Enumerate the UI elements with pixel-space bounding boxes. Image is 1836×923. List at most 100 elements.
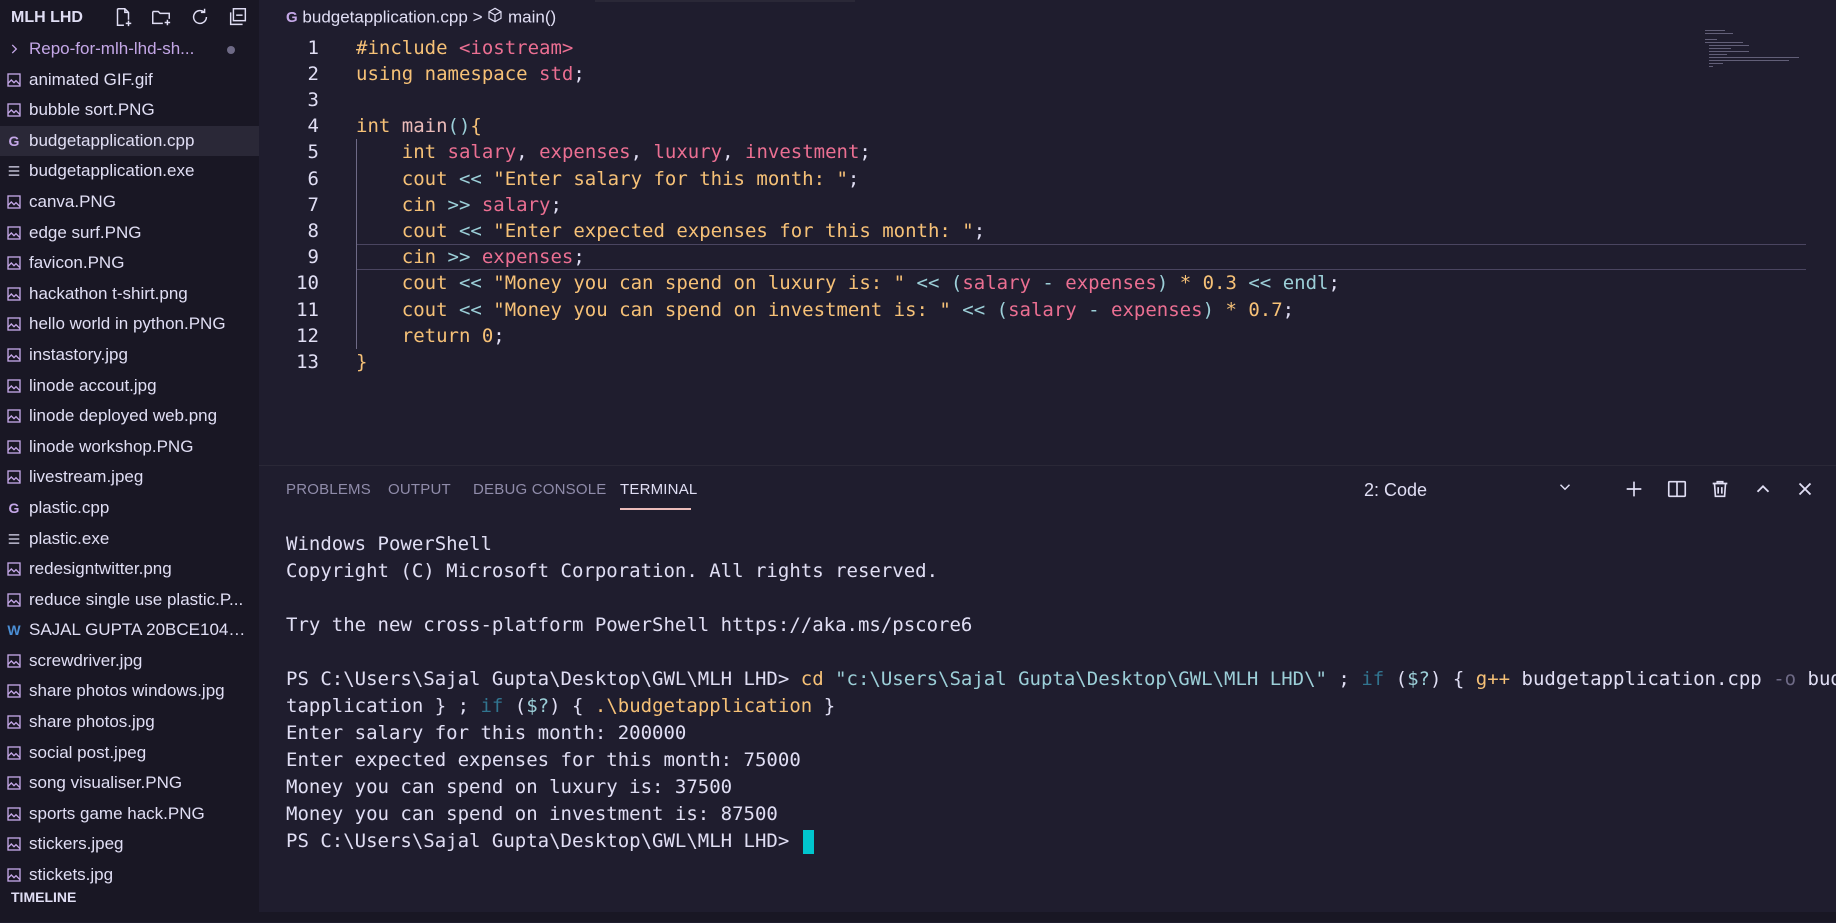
code-text: cin >> salary; [356,192,562,218]
terminal-token: tapplication } ; [286,695,481,717]
chevron-right-icon [5,34,23,65]
image-icon [5,309,23,340]
close-icon[interactable] [1794,478,1820,504]
chevron-up-icon[interactable] [1752,478,1778,504]
file-tree-item[interactable]: reduce single use plastic.P... [0,585,259,616]
file-tree-item[interactable]: animated GIF.gif [0,65,259,96]
plus-icon[interactable] [1623,478,1649,504]
new-file-icon[interactable] [112,6,136,30]
line-number: 1 [307,36,319,59]
minimap-line [1709,57,1799,58]
tab-problems[interactable]: PROBLEMS [286,481,371,498]
word-doc-icon: W [7,622,21,639]
file-tree-item[interactable]: linode deployed web.png [0,401,259,432]
file-tree-item[interactable]: plastic.exe [0,524,259,555]
terminal-line: Money you can spend on investment is: 87… [286,801,1816,828]
terminal-token: ) { [549,695,595,717]
file-tree-item-label: budgetapplication.exe [29,161,195,181]
file-tree-item[interactable]: hello world in python.PNG [0,309,259,340]
code-token: , [722,141,745,164]
terminal-select[interactable]: 2: Code [1364,480,1594,504]
cpp-icon: G [286,9,298,27]
terminal-token: .\budgetapplication [594,695,813,717]
file-tree-item[interactable]: share photos windows.jpg [0,676,259,707]
line-number: 3 [307,88,319,111]
file-tree-item[interactable]: bubble sort.PNG [0,95,259,126]
code-text: cout << "Enter expected expenses for thi… [356,218,985,244]
breadcrumb-symbol[interactable]: main() [508,8,556,27]
trash-icon[interactable] [1709,478,1735,504]
minimap-line [1709,66,1713,67]
file-tree-item-label: linode workshop.PNG [29,436,194,456]
code-token: ( [996,298,1009,321]
code-token: salary [481,193,551,216]
split-icon[interactable] [1666,478,1692,504]
code-token: int [356,115,402,138]
image-icon [5,646,23,677]
code-text: using namespace std; [356,61,585,87]
code-token: 0.3 [1202,272,1249,295]
code-token: } [356,350,368,373]
file-tree-item[interactable]: screwdriver.jpg [0,646,259,677]
tab-output[interactable]: OUTPUT [388,481,451,498]
file-lines-icon [5,524,23,555]
tab-terminal[interactable]: TERMINAL [620,481,697,498]
code-token: salary [447,141,517,164]
collapse-all-icon[interactable] [227,6,251,30]
explorer-title: MLH LHD [11,9,83,26]
file-tree-item[interactable]: linode workshop.PNG [0,432,259,463]
breadcrumb-file[interactable]: budgetapplication.cpp [302,8,467,27]
minimap-line [1709,45,1749,46]
chevron-down-icon[interactable] [1556,478,1574,501]
code-token: << [916,272,951,295]
refresh-icon[interactable] [189,6,213,30]
minimap-line [1709,51,1749,52]
file-tree-item[interactable]: budgetapplication.exe [0,156,259,187]
file-tree-item[interactable]: favicon.PNG [0,248,259,279]
image-icon [5,65,23,96]
file-tree-item[interactable]: Repo-for-mlh-lhd-sh... [0,34,259,65]
file-tree-item-label: SAJAL GUPTA 20BCE10403.... [29,620,253,640]
new-folder-icon[interactable] [150,6,174,30]
file-tree-item[interactable]: linode accout.jpg [0,371,259,402]
minimap-line [1709,54,1727,55]
code-token: namespace [424,62,540,85]
line-number: 10 [296,272,319,295]
image-icon [5,248,23,279]
tab-debug-console[interactable]: DEBUG CONSOLE [473,481,606,498]
file-tree-item[interactable]: share photos.jpg [0,707,259,738]
file-tree-item[interactable]: livestream.jpeg [0,462,259,493]
terminal-token: PS C:\Users\Sajal Gupta\Desktop\GWL\MLH … [286,830,801,852]
file-tree-item[interactable]: social post.jpeg [0,738,259,769]
terminal-line: Enter expected expenses for this month: … [286,747,1816,774]
file-tree-item[interactable]: stickets.jpg [0,860,259,891]
file-tree-item[interactable]: Gbudgetapplication.cpp [0,125,259,157]
terminal-token: ( [514,695,527,717]
code-text: int main(){ [356,113,482,139]
code-text: return 0; [356,323,505,349]
terminal-line: Enter salary for this month: 200000 [286,720,1816,747]
terminal-output[interactable]: Windows PowerShell Copyright (C) Microsof… [286,531,1836,855]
file-tree-item[interactable]: Gplastic.cpp [0,493,259,524]
code-token: ; [847,167,860,190]
file-tree-item[interactable]: sports game hack.PNG [0,799,259,830]
minimap[interactable] [1705,30,1815,70]
code-token: cout [401,272,459,295]
file-tree-item[interactable]: edge surf.PNG [0,218,259,249]
file-tree-item[interactable]: W SAJAL GUPTA 20BCE10403.... [0,615,259,646]
file-tree-item-label: instastory.jpg [29,344,128,364]
file-tree-item[interactable]: stickers.jpeg [0,829,259,860]
file-tree-item[interactable]: canva.PNG [0,187,259,218]
file-tree-item[interactable]: redesigntwitter.png [0,554,259,585]
timeline-section-header[interactable]: TIMELINE [11,889,76,905]
terminal-token: if [480,695,515,717]
file-tree-item[interactable]: instastory.jpg [0,340,259,371]
terminal-token: "c:\Users\Sajal Gupta\Desktop\GWL\MLH LH… [835,668,1327,690]
code-token: expenses [539,141,631,164]
file-tree-item[interactable]: hackathon t-shirt.png [0,279,259,310]
code-editor[interactable]: 1 #include <iostream> 2 using namespace std… [259,34,1819,464]
file-tree-item[interactable]: song visualiser.PNG [0,768,259,799]
